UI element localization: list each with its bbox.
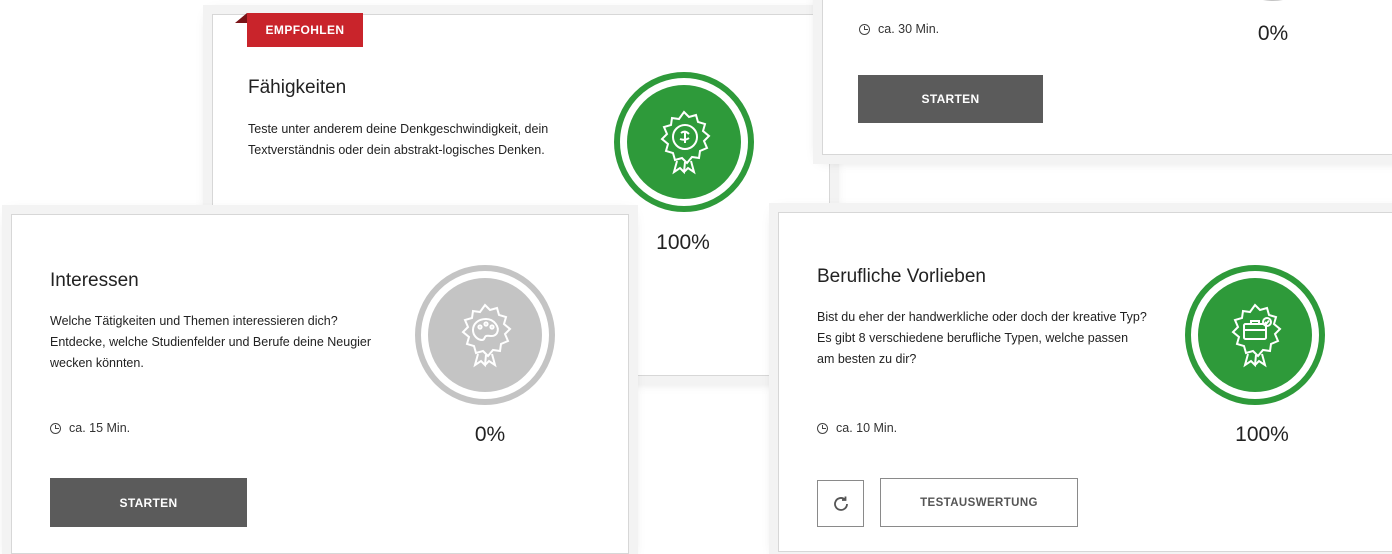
palette-badge-icon bbox=[461, 303, 512, 368]
time-text: ca. 15 Min. bbox=[69, 421, 131, 435]
card-title: Berufliche Vorlieben bbox=[817, 266, 986, 287]
badge-fill bbox=[428, 278, 542, 392]
card-description: Teste unter anderem deine Denkgeschwindi… bbox=[248, 122, 549, 157]
retry-button[interactable] bbox=[817, 480, 864, 527]
recommended-badge: EMPFOHLEN bbox=[247, 13, 363, 47]
time-text: ca. 30 Min. bbox=[878, 22, 940, 36]
progress-percent: 100% bbox=[656, 231, 710, 254]
time-estimate: ca. 15 Min. bbox=[50, 421, 130, 435]
time-estimate: ca. 10 Min. bbox=[817, 421, 897, 435]
badge-fill bbox=[627, 85, 741, 199]
card-title: Interessen bbox=[50, 270, 139, 291]
briefcase-badge-icon bbox=[1231, 303, 1282, 368]
progress-badge bbox=[1185, 265, 1325, 405]
card-top-right: ca. 30 Min. 0% STARTEN bbox=[822, 0, 1392, 155]
clock-icon bbox=[859, 23, 870, 35]
card-berufliche-vorlieben: Berufliche Vorlieben Bist du eher der ha… bbox=[778, 212, 1392, 552]
brain-badge-icon bbox=[660, 110, 711, 175]
ribbon-fold bbox=[235, 13, 247, 23]
progress-percent: 0% bbox=[1257, 22, 1289, 45]
progress-badge bbox=[1223, 0, 1323, 1]
progress-badge bbox=[614, 72, 754, 212]
start-button[interactable]: STARTEN bbox=[50, 478, 247, 527]
clock-icon bbox=[817, 422, 828, 434]
card-interessen: Interessen Welche Tätigkeiten und Themen… bbox=[11, 214, 629, 554]
card-description: Welche Tätigkeiten und Themen interessie… bbox=[50, 314, 372, 370]
card-title: Fähigkeiten bbox=[248, 77, 347, 98]
progress-badge bbox=[415, 265, 555, 405]
time-estimate: ca. 30 Min. bbox=[859, 22, 939, 36]
card-description: Bist du eher der handwerkliche oder doch… bbox=[817, 310, 1147, 366]
test-evaluation-button[interactable]: TESTAUSWERTUNG bbox=[880, 478, 1078, 527]
progress-percent: 0% bbox=[474, 423, 506, 446]
progress-percent: 100% bbox=[1235, 423, 1289, 446]
refresh-icon bbox=[833, 496, 848, 511]
start-button[interactable]: STARTEN bbox=[858, 75, 1043, 123]
clock-icon bbox=[50, 422, 61, 434]
time-text: ca. 10 Min. bbox=[836, 421, 898, 435]
badge-fill bbox=[1198, 278, 1312, 392]
